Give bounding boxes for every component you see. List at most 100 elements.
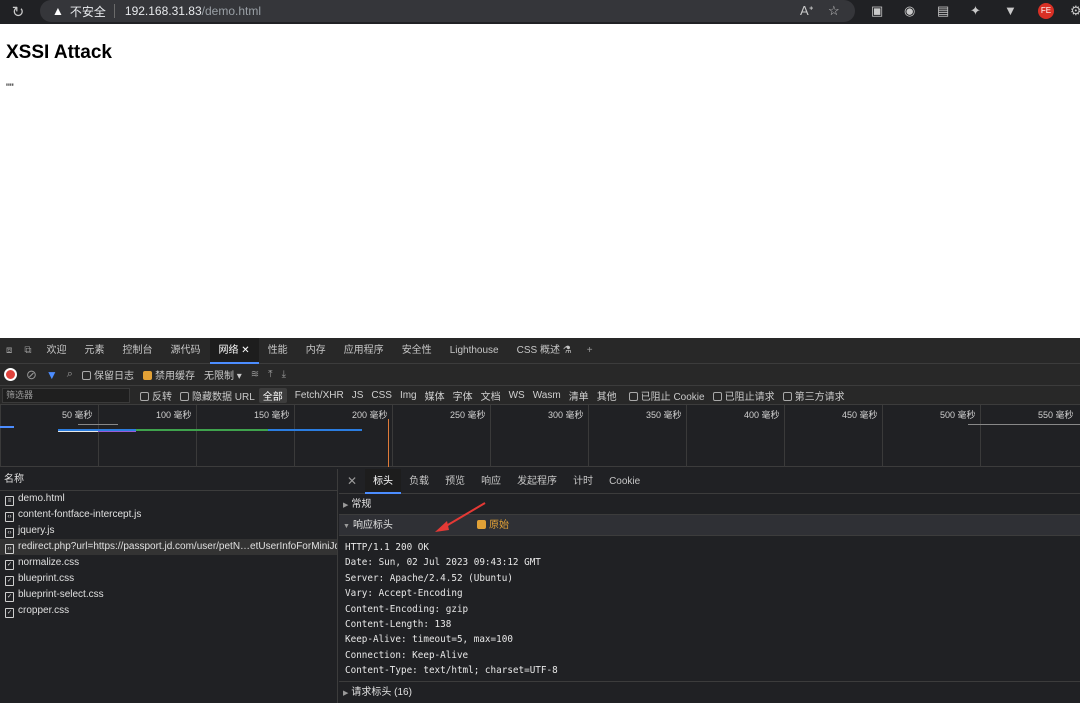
tab-initiator[interactable]: 发起程序: [509, 469, 565, 494]
filter-input[interactable]: 筛选器: [2, 387, 130, 403]
url-path[interactable]: /demo.html: [202, 4, 261, 18]
request-name: content-fontface-intercept.js: [18, 509, 142, 520]
tab-network[interactable]: 网络 ✕: [209, 337, 259, 364]
blocked-cookies-toggle[interactable]: 已阻止 Cookie: [628, 388, 705, 403]
filter-type-fetch-xhr[interactable]: Fetch/XHR: [291, 390, 348, 401]
filter-type-ws[interactable]: WS: [505, 390, 529, 401]
red-arrow-annotation: [435, 502, 486, 532]
extension-icon[interactable]: ▣: [871, 3, 883, 19]
tab-application[interactable]: 应用程序: [335, 338, 393, 364]
checkbox-checked-icon: [142, 371, 152, 380]
filter-type-other[interactable]: 其他: [593, 388, 621, 403]
inspect-icon[interactable]: ⧉: [18, 345, 37, 356]
filter-type-media[interactable]: 媒体: [421, 388, 449, 403]
section-request-headers[interactable]: ▶ 请求标头 (16): [339, 681, 1080, 702]
tab-performance[interactable]: 性能: [259, 338, 297, 364]
extension-ring-icon[interactable]: ◉: [904, 3, 915, 19]
tab-timing[interactable]: 计时: [565, 469, 601, 494]
disable-cache-toggle[interactable]: 禁用缓存: [142, 367, 195, 382]
list-item[interactable]: ✓ normalize.css: [0, 555, 337, 571]
third-party-toggle[interactable]: 第三方请求: [782, 388, 845, 403]
tab-security[interactable]: 安全性: [393, 338, 441, 364]
tab-css-overview-label: CSS 概述: [516, 344, 560, 356]
checkbox-icon: [712, 391, 722, 401]
filter-type-wasm[interactable]: Wasm: [529, 390, 565, 401]
address-bar[interactable]: ▲ 不安全 192.168.31.83/demo.html: [40, 0, 855, 22]
list-item[interactable]: ≡ demo.html: [0, 491, 337, 507]
device-icon[interactable]: ⧈: [0, 345, 18, 356]
close-icon[interactable]: ✕: [241, 345, 249, 356]
extension-fe-icon[interactable]: FE: [1038, 3, 1054, 19]
upload-icon[interactable]: ⤒: [268, 369, 272, 380]
header-line: Connection: Keep-Alive: [345, 649, 469, 661]
timeline-gridline: [980, 405, 981, 467]
column-header-name[interactable]: 名称: [0, 469, 337, 491]
blocked-cookies-label: 已阻止 Cookie: [640, 391, 705, 403]
network-overview-timeline[interactable]: 50 毫秒 100 毫秒 150 毫秒 200 毫秒 250 毫秒 300 毫秒…: [0, 405, 1080, 467]
header-line: Vary: Accept-Encoding: [345, 588, 463, 600]
tab-elements[interactable]: 元素: [76, 338, 114, 364]
extension-compass-icon[interactable]: ✦: [970, 3, 981, 19]
filter-type-font[interactable]: 字体: [449, 388, 477, 403]
section-response-headers[interactable]: ▼ 响应标头 原始: [339, 502, 1080, 536]
extension-v-icon[interactable]: ▼: [1004, 3, 1017, 18]
read-aloud-icon[interactable]: Aᐩ: [800, 3, 814, 19]
list-item[interactable]: ‹› jquery.js: [0, 523, 337, 539]
tab-payload[interactable]: 负载: [401, 469, 437, 494]
timeline-tick-label: 550 毫秒: [1038, 410, 1074, 420]
tab-memory[interactable]: 内存: [297, 338, 335, 364]
url-host[interactable]: 192.168.31.83: [125, 4, 202, 18]
close-icon[interactable]: ✕: [339, 469, 365, 494]
timeline-bar: [136, 429, 268, 431]
request-name: blueprint-select.css: [18, 589, 104, 600]
filter-type-img[interactable]: Img: [396, 390, 421, 401]
hide-data-urls-label: 隐藏数据 URL: [192, 391, 255, 403]
warning-icon[interactable]: ▲: [52, 4, 64, 18]
tab-network-label: 网络: [218, 344, 239, 356]
search-icon[interactable]: ⌕: [67, 368, 73, 381]
filter-type-all[interactable]: 全部: [258, 387, 287, 403]
tab-cookies[interactable]: Cookie: [601, 469, 648, 494]
throttle-select[interactable]: 无限制 ▾: [204, 367, 242, 382]
timeline-tick-label: 450 毫秒: [842, 410, 878, 420]
blocked-requests-toggle[interactable]: 已阻止请求: [712, 388, 775, 403]
header-line: Content-Length: 138: [345, 618, 452, 630]
add-tab-icon[interactable]: +: [581, 345, 599, 356]
tab-headers[interactable]: 标头: [365, 468, 402, 494]
gear-icon[interactable]: ⚙: [1070, 3, 1080, 19]
timeline-start-line: [0, 405, 1, 467]
filter-type-manifest[interactable]: 清单: [565, 388, 593, 403]
filter-type-doc[interactable]: 文档: [477, 388, 505, 403]
record-icon[interactable]: [4, 368, 17, 381]
security-label[interactable]: 不安全: [70, 3, 106, 20]
tab-welcome[interactable]: 欢迎: [38, 338, 76, 364]
tab-css-overview[interactable]: CSS 概述 ⚗: [508, 338, 581, 364]
list-item[interactable]: ✓ blueprint.css: [0, 571, 337, 587]
preserve-log-toggle[interactable]: 保留日志: [81, 367, 134, 382]
request-list: 名称 ≡ demo.html ‹› content-fontface-interce…: [0, 469, 338, 703]
list-item[interactable]: ✓ blueprint-select.css: [0, 587, 337, 603]
list-item[interactable]: ‹› redirect.php?url=https://passport.jd.c…: [0, 539, 337, 555]
filter-type-js[interactable]: JS: [348, 390, 368, 401]
filter-icon[interactable]: ▼: [46, 368, 58, 382]
star-icon[interactable]: ☆: [828, 3, 840, 19]
tab-lighthouse[interactable]: Lighthouse: [441, 338, 508, 364]
header-line: Server: Apache/2.4.52 (Ubuntu): [345, 572, 513, 584]
download-icon[interactable]: ⤓: [282, 369, 286, 380]
tab-response[interactable]: 响应: [473, 469, 509, 494]
list-item[interactable]: ‹› content-fontface-intercept.js: [0, 507, 337, 523]
tab-sources[interactable]: 源代码: [162, 338, 210, 364]
header-line: HTTP/1.1 200 OK: [345, 542, 429, 553]
filter-type-css[interactable]: CSS: [367, 390, 396, 401]
extension-list-icon[interactable]: ▤: [937, 3, 949, 19]
invert-toggle[interactable]: 反转: [140, 388, 172, 403]
list-item[interactable]: ✓ cropper.css: [0, 603, 337, 619]
wifi-icon[interactable]: ≋: [251, 369, 259, 380]
page-title: XSSI Attack: [6, 42, 112, 63]
response-headers-raw: HTTP/1.1 200 OK Date: Sun, 02 Jul 2023 0…: [339, 536, 1080, 679]
reload-icon[interactable]: ↻: [0, 3, 36, 21]
clear-icon[interactable]: ⊘: [26, 367, 37, 383]
tab-console[interactable]: 控制台: [114, 338, 162, 364]
tab-preview[interactable]: 预览: [437, 469, 473, 494]
hide-data-urls-toggle[interactable]: 隐藏数据 URL: [180, 388, 255, 403]
